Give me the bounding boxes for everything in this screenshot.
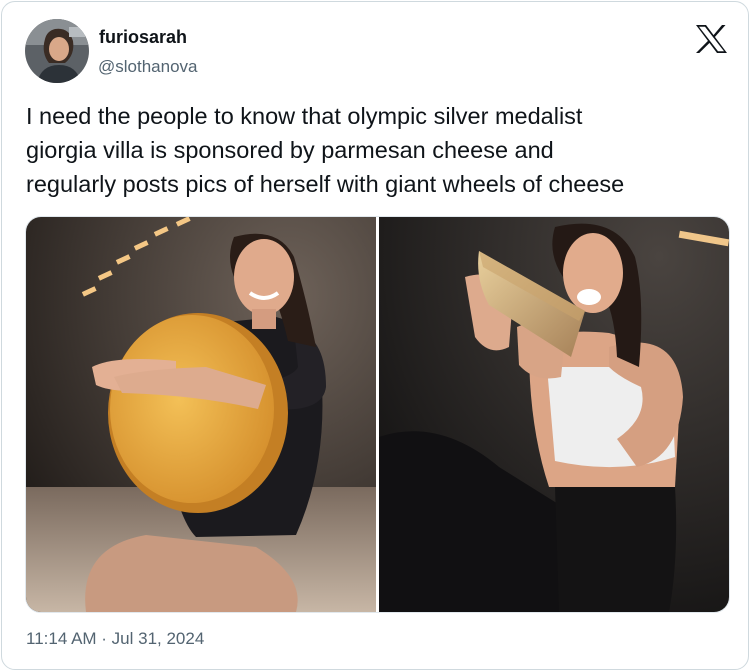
photo-cheese-wheel-hug[interactable] <box>26 217 376 612</box>
tweet-text: I need the people to know that olympic s… <box>26 103 625 197</box>
author-display-name[interactable]: furiosarah <box>99 27 187 48</box>
photo-cheese-wedge-bite[interactable] <box>379 217 729 612</box>
tweet-timestamp[interactable]: 11:14 AM · Jul 31, 2024 <box>26 629 204 649</box>
author-avatar[interactable] <box>25 19 89 83</box>
x-logo-icon[interactable] <box>695 24 728 54</box>
media-grid[interactable] <box>25 216 730 613</box>
author-handle[interactable]: @slothanova <box>98 57 198 77</box>
tweet-card[interactable]: furiosarah @slothanova I need the people… <box>1 1 749 670</box>
